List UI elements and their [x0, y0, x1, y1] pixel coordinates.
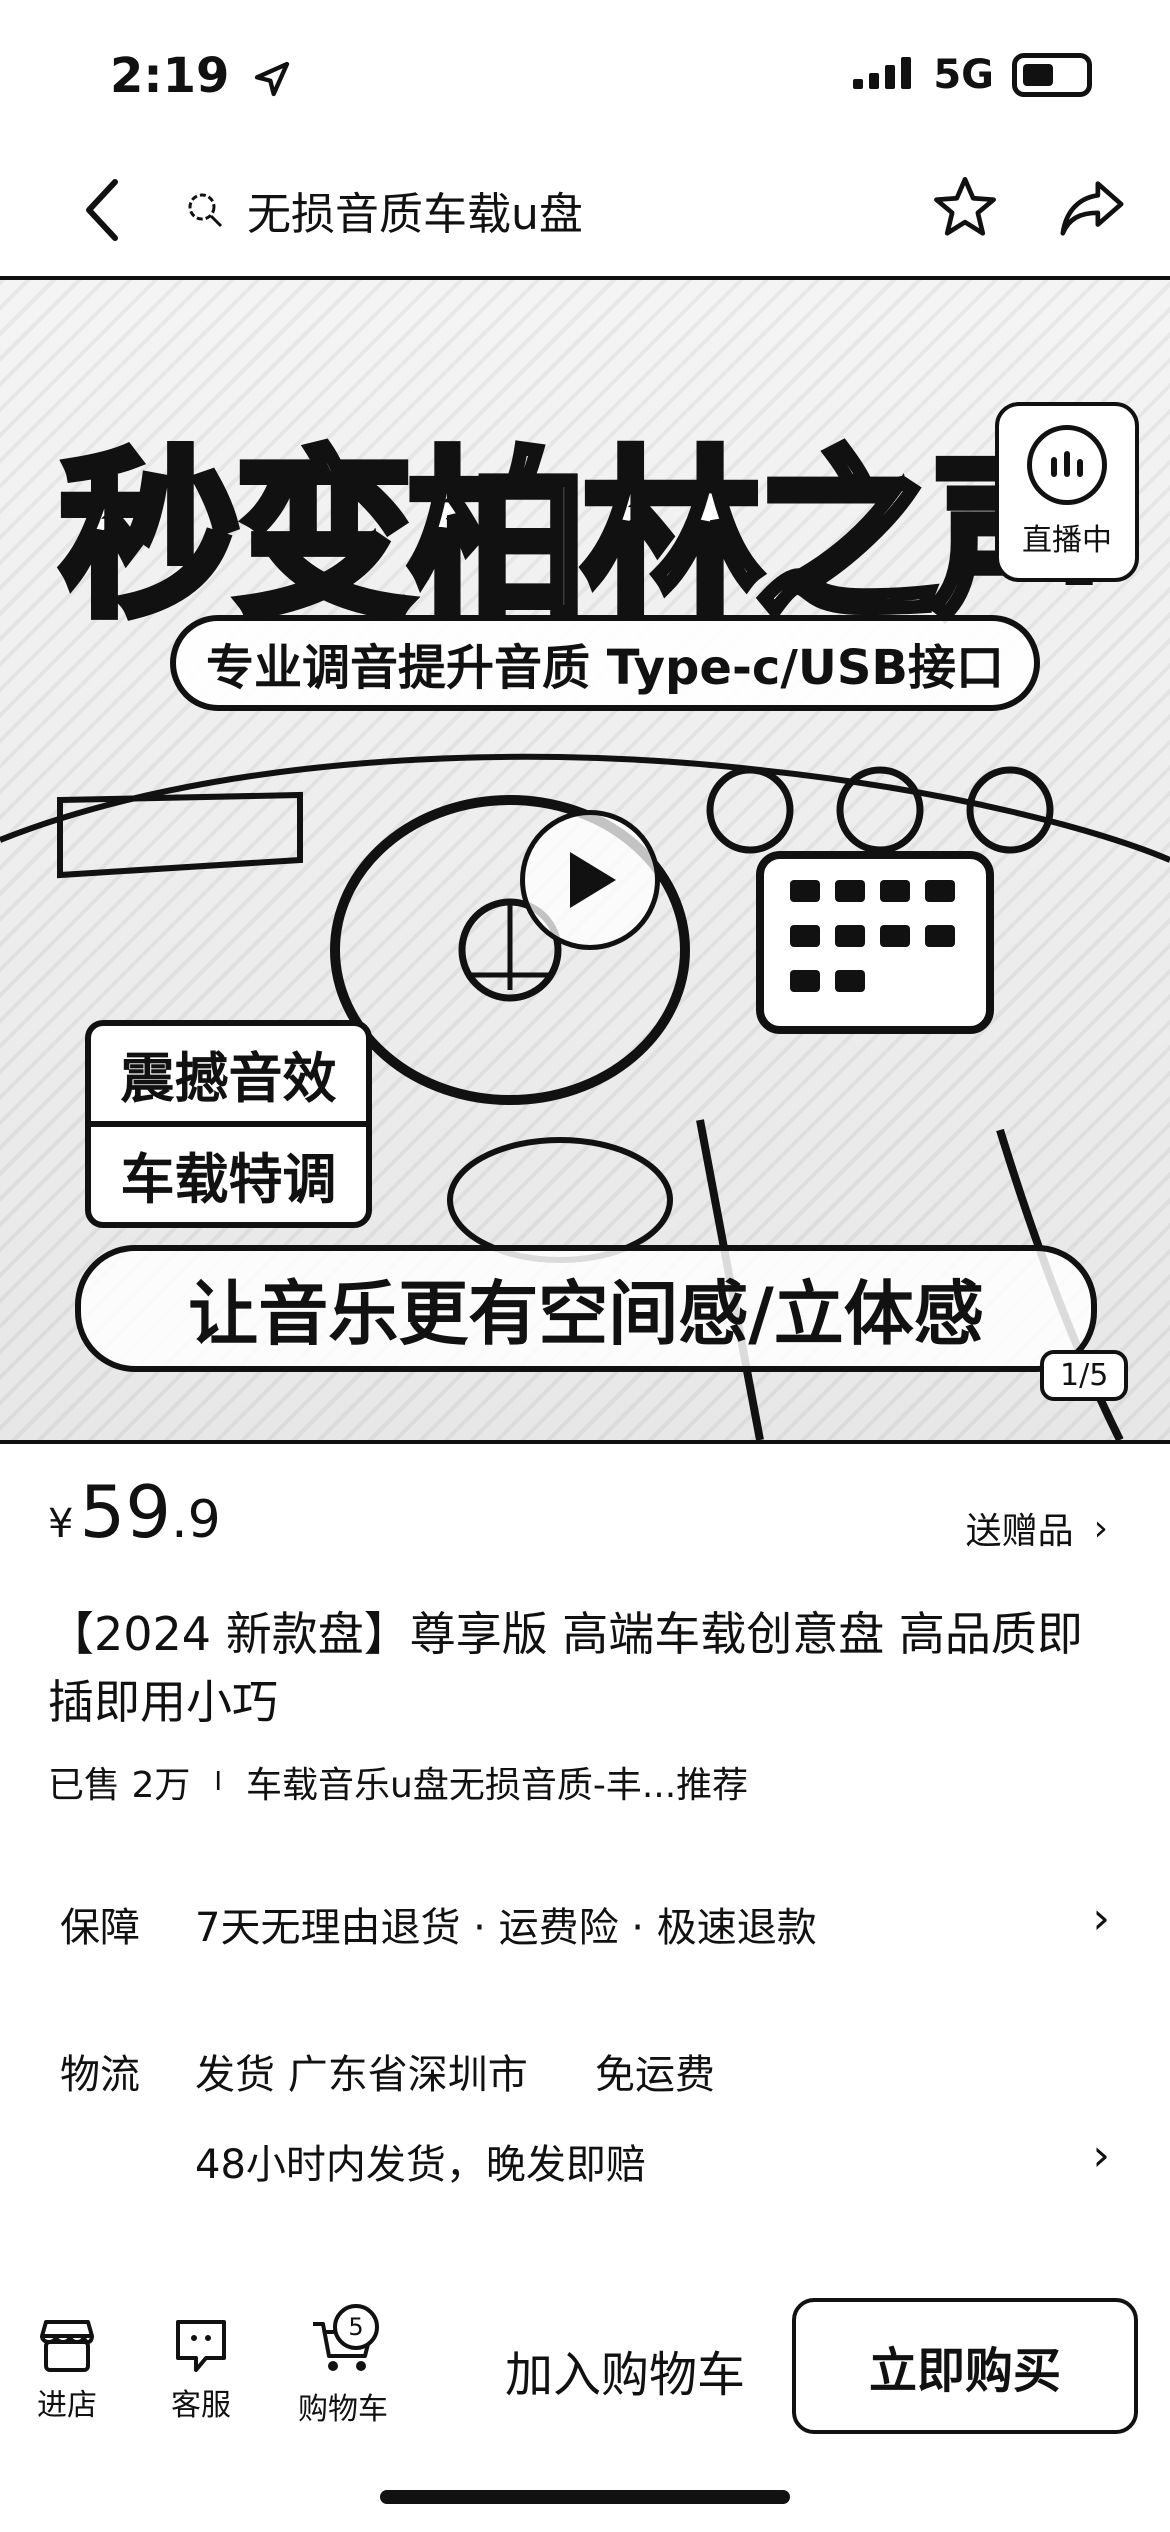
badge-top-text: 震撼音效 — [120, 1047, 337, 1110]
chevron-right-icon: › — [1093, 1507, 1108, 1549]
gift-link[interactable]: 送赠品 › — [966, 1502, 1108, 1554]
live-indicator[interactable]: 直播中 — [995, 402, 1139, 582]
status-indicators: 5G — [853, 52, 1092, 98]
sound-badge: 震撼音效 车载特调 — [85, 1020, 372, 1228]
price-decimal: .9 — [171, 1490, 221, 1550]
search-icon — [188, 193, 223, 228]
sales-info: 已售 2万 I 车载音乐u盘无损音质-丰...推荐 — [48, 1756, 748, 1808]
network-label: 5G — [933, 52, 994, 98]
store-icon — [40, 2320, 94, 2372]
gift-label: 送赠品 — [965, 1511, 1074, 1552]
logistics-row[interactable]: 物流 发货 广东省深圳市 免运费 48小时内发货，晚发即赔 › — [60, 2042, 1110, 2192]
badge-bottom-text: 车载特调 — [91, 1121, 366, 1222]
sold-count: 已售 2万 — [48, 1765, 191, 1806]
guarantee-text: 7天无理由退货 · 运费险 · 极速退款 — [195, 1905, 817, 1951]
store-label: 进店 — [37, 2388, 97, 2423]
live-label: 直播中 — [1022, 523, 1112, 558]
price-integer: 59 — [79, 1470, 172, 1554]
ranking-link[interactable]: 车载音乐u盘无损音质-丰...推荐 — [246, 1756, 748, 1808]
play-button[interactable] — [520, 810, 660, 950]
play-icon — [570, 852, 616, 908]
hero-feature-banner: 专业调音提升音质 Type-c/USB接口 — [170, 615, 1041, 711]
battery-icon — [1012, 53, 1092, 97]
cart-button[interactable]: 5 购物车 — [288, 2304, 398, 2428]
service-button[interactable]: 客服 — [146, 2318, 256, 2424]
search-text: 无损音质车载u盘 — [247, 189, 583, 240]
status-time: 2:19 — [110, 48, 292, 104]
add-to-cart-button[interactable]: 加入购物车 — [505, 2335, 745, 2405]
ship-from: 发货 广东省深圳市 — [195, 2052, 528, 2098]
buy-now-button[interactable]: 立即购买 — [792, 2298, 1138, 2434]
chevron-left-icon — [86, 179, 118, 241]
separator: I — [214, 1767, 223, 1797]
share-button[interactable] — [1056, 172, 1128, 246]
hero-slogan: 让音乐更有空间感/立体感 — [75, 1245, 1097, 1372]
service-label: 客服 — [171, 2388, 231, 2423]
home-indicator — [380, 2490, 790, 2504]
cart-count-badge: 5 — [333, 2304, 379, 2350]
star-icon — [934, 176, 996, 236]
logistics-label: 物流 — [60, 2052, 140, 2098]
favorite-button[interactable] — [930, 172, 1000, 246]
product-title: 【2024 新款盘】尊享版 高端车载创意盘 高品质即插即用小巧 — [48, 1607, 1083, 1729]
store-button[interactable]: 进店 — [12, 2318, 122, 2424]
guarantee-row[interactable]: 保障 7天无理由退货 · 运费险 · 极速退款 › — [60, 1893, 1110, 1955]
delivery-promise: 48小时内发货，晚发即赔 — [195, 2142, 646, 2188]
back-button[interactable] — [68, 175, 138, 245]
shipping-fee: 免运费 — [595, 2052, 715, 2098]
search-bar[interactable]: 无损音质车载u盘 — [185, 178, 583, 242]
product-image-carousel[interactable]: 秒变柏林之声 直播中 专业调音提升音质 Type-c/USB接口 震撼音效 车载… — [0, 276, 1170, 1444]
image-counter: 1/5 — [1040, 1350, 1129, 1401]
hero-headline: 秒变柏林之声 — [56, 429, 1114, 646]
location-arrow-icon — [254, 61, 290, 97]
chat-icon — [176, 2320, 226, 2372]
price-currency: ¥ — [48, 1501, 74, 1547]
cart-label: 购物车 — [298, 2392, 388, 2427]
chevron-right-icon: › — [1092, 2130, 1110, 2181]
live-wave-icon — [1027, 425, 1107, 505]
share-icon — [1060, 181, 1124, 236]
chevron-right-icon: › — [1092, 1893, 1110, 1944]
price: ¥ 59 .9 — [48, 1470, 221, 1554]
guarantee-label: 保障 — [60, 1905, 140, 1951]
signal-icon — [853, 57, 912, 89]
